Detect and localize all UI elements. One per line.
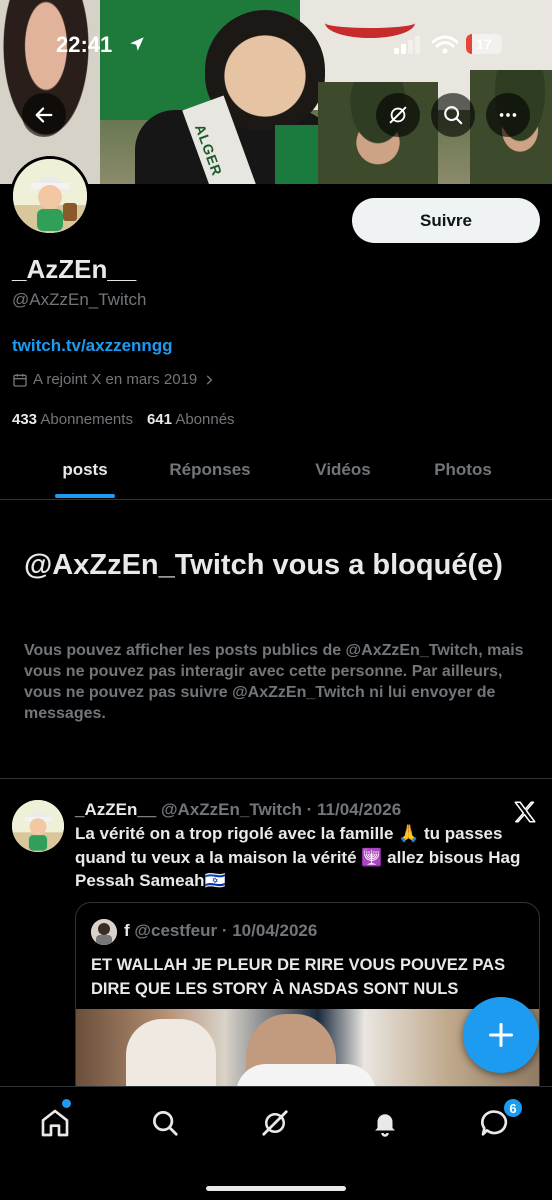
tab-replies[interactable]: Réponses: [150, 440, 270, 500]
more-icon: [499, 113, 517, 117]
tab-posts[interactable]: posts: [20, 440, 150, 500]
profile-display-name: _AzZEn__: [12, 254, 137, 284]
grok-button[interactable]: [376, 93, 420, 137]
compose-button[interactable]: [463, 997, 539, 1073]
quote-meta: @cestfeur · 10/04/2026: [134, 921, 318, 940]
tweet-meta: @AxZzEn_Twitch · 11/04/2026: [160, 800, 402, 819]
bottom-nav: 6: [0, 1086, 552, 1200]
tweet-header: _AzZEn__ @AxZzEn_Twitch · 11/04/2026: [75, 800, 401, 820]
profile-banner[interactable]: ALGER: [0, 0, 552, 184]
messages-badge: 6: [502, 1097, 524, 1119]
nav-notifications[interactable]: [365, 1103, 405, 1143]
blocked-title: @AxZzEn_Twitch vous a bloqué(e): [24, 549, 503, 581]
banner-flag-crescent: [325, 8, 415, 38]
grok-icon: [389, 106, 407, 124]
joined-text: A rejoint X en mars 2019: [33, 371, 198, 388]
profile-stats: 433 Abonnements 641 Abonnés: [12, 411, 235, 428]
chevron-right-icon: [207, 374, 213, 385]
active-tab-indicator: [55, 494, 115, 498]
tab-photos[interactable]: Photos: [403, 440, 523, 500]
location-arrow-icon: [130, 37, 144, 51]
status-time: 22:41: [56, 32, 113, 57]
follow-button[interactable]: Suivre: [352, 198, 540, 243]
home-indicator: [206, 1186, 346, 1191]
followers-label: Abonnés: [175, 411, 235, 428]
search-icon: [444, 106, 463, 125]
battery-indicator: 17: [466, 34, 502, 54]
avatar-image: [13, 159, 87, 233]
avatar-image: [91, 919, 117, 945]
following-count: 433: [12, 411, 38, 428]
notification-dot: [62, 1099, 71, 1108]
followers-count: 641: [146, 411, 172, 428]
banner-officer: [318, 82, 438, 184]
tweet-text: La vérité on a trop rigolé avec la famil…: [75, 824, 521, 890]
nav-home[interactable]: [35, 1103, 75, 1143]
battery-percent: 17: [476, 36, 492, 52]
tweet-author-name[interactable]: _AzZEn__: [75, 800, 156, 819]
back-button[interactable]: [22, 93, 66, 137]
home-icon: [41, 1109, 69, 1137]
profile-avatar[interactable]: [10, 156, 90, 236]
plus-icon: [488, 1022, 514, 1048]
more-button[interactable]: [486, 93, 530, 137]
profile-link[interactable]: twitch.tv/axzzenngg: [12, 336, 173, 356]
wifi-icon: [432, 35, 458, 54]
calendar-icon: [13, 373, 27, 387]
search-icon: [153, 1111, 178, 1136]
nav-search[interactable]: [145, 1103, 185, 1143]
avatar-image: [12, 800, 64, 852]
blocked-description: Vous pouvez afficher les posts publics d…: [24, 642, 524, 722]
divider: [0, 778, 552, 779]
tab-videos[interactable]: Vidéos: [283, 440, 403, 500]
bell-icon: [375, 1114, 395, 1137]
grok-icon: [262, 1110, 288, 1136]
search-button[interactable]: [431, 93, 475, 137]
quote-avatar: [91, 919, 117, 945]
nav-grok[interactable]: [255, 1103, 295, 1143]
back-arrow-icon: [35, 107, 53, 123]
joined-date[interactable]: A rejoint X en mars 2019: [12, 371, 216, 388]
tweet-avatar[interactable]: [12, 800, 64, 852]
profile-tabs: posts Réponses Vidéos Photos: [0, 440, 552, 500]
cellular-signal-icon: [394, 36, 420, 54]
following-label: Abonnements: [40, 411, 133, 428]
quoted-tweet[interactable]: f @cestfeur · 10/04/2026 ET WALLAH JE PL…: [75, 902, 540, 1102]
following-stat[interactable]: 433 Abonnements: [12, 411, 133, 428]
followers-stat[interactable]: 641 Abonnés: [147, 411, 235, 428]
quote-header: f @cestfeur · 10/04/2026: [124, 921, 317, 941]
quote-text: ET WALLAH JE PLEUR DE RIRE VOUS POUVEZ P…: [91, 956, 506, 998]
quote-author-name: f: [124, 921, 130, 940]
profile-handle: @AxZzEn_Twitch: [12, 290, 147, 309]
